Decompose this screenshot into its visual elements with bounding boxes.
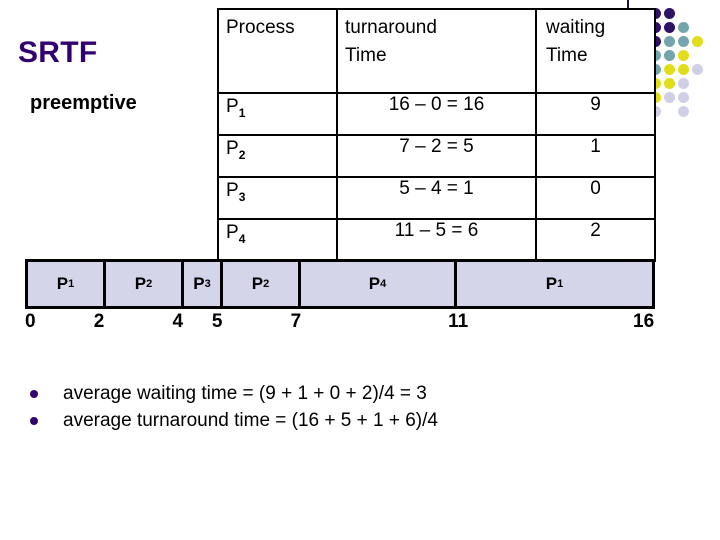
gantt-segment-label: P: [545, 274, 558, 293]
gantt-segment: P1: [28, 262, 106, 306]
gantt-time-axis: 0 2 4 5 7 11 16: [25, 309, 655, 339]
column-header-turnaround-time: turnaround Time: [336, 8, 537, 94]
cell-process-name: P4: [217, 218, 338, 262]
column-header-process: Process: [217, 8, 338, 94]
cell-process-name: P1: [217, 92, 338, 136]
decorative-dot: [678, 50, 689, 61]
gantt-segment-label: P: [134, 274, 147, 293]
bullet-point-icon: [30, 390, 38, 398]
process-label: P: [226, 96, 239, 117]
gantt-segment-index: 2: [146, 278, 153, 290]
cell-waiting-time: 1: [535, 134, 656, 178]
decorative-dot: [678, 78, 689, 89]
column-header-turnaround-line2: Time: [345, 44, 387, 66]
cell-turnaround-time: 16 – 0 = 16: [336, 92, 537, 136]
gantt-segment-index: 4: [380, 278, 387, 290]
page-title: SRTF: [18, 36, 98, 69]
decorative-dot: [664, 50, 675, 61]
decorative-dot: [664, 78, 675, 89]
bullet-item: average waiting time = (9 + 1 + 0 + 2)/4…: [30, 381, 670, 408]
decorative-dot: [664, 92, 675, 103]
table-row: P2 7 – 2 = 51: [217, 134, 656, 178]
table-row: P3 5 – 4 = 10: [217, 176, 656, 220]
gantt-segment: P2: [223, 262, 301, 306]
decorative-dot: [664, 36, 675, 47]
gantt-segment-label: P: [251, 274, 264, 293]
cell-waiting-time: 0: [535, 176, 656, 220]
decorative-dot: [664, 64, 675, 75]
cell-waiting-time: 2: [535, 218, 656, 262]
cell-waiting-time: 9: [535, 92, 656, 136]
table-body: P1 16 – 0 = 16 9 P2 7 – 2 = 5 1 P3 5 – 4 = 1 0 P4…: [217, 92, 656, 262]
cell-process-name: P3: [217, 176, 338, 220]
gantt-chart: P1P2P3P2P4P1: [25, 259, 655, 309]
process-label: P: [226, 138, 239, 159]
process-index: 3: [238, 189, 246, 204]
results-table: Process turnaround Time waiting Time P1 1…: [217, 8, 656, 262]
column-header-turnaround-line1: turnaround: [345, 17, 437, 38]
table-row: P4 11 – 5 = 62: [217, 218, 656, 262]
decorative-dot: [678, 64, 689, 75]
axis-tick-label: 0: [25, 311, 36, 332]
axis-tick-label: 11: [448, 311, 469, 332]
process-label: P: [226, 222, 239, 243]
cell-process-name: P2: [217, 134, 338, 178]
process-index: 1: [238, 105, 246, 120]
decorative-dot: [678, 106, 689, 117]
gantt-segment-label: P: [193, 274, 205, 293]
cell-turnaround-time: 5 – 4 = 1: [336, 176, 537, 220]
gantt-segment: P3: [184, 262, 223, 306]
bullet-point-icon: [30, 417, 38, 425]
table-header-row: Process turnaround Time waiting Time: [217, 8, 656, 94]
cell-turnaround-time: 7 – 2 = 5: [336, 134, 537, 178]
column-header-waiting-line2: Time: [546, 44, 588, 66]
axis-tick-label: 5: [211, 311, 223, 332]
decorative-dot: [692, 64, 703, 75]
process-index: 2: [238, 147, 246, 162]
page-subtitle: preemptive: [30, 92, 137, 114]
process-label: P: [226, 180, 239, 201]
axis-tick-label: 4: [172, 311, 184, 332]
gantt-segment-index: 2: [263, 278, 270, 290]
axis-tick-label: 2: [93, 311, 105, 332]
axis-tick-label: 16: [633, 311, 655, 332]
column-header-waiting-line1: waiting: [546, 17, 606, 38]
decorative-dot: [678, 36, 689, 47]
gantt-segment-index: 3: [204, 278, 211, 290]
table-row: P1 16 – 0 = 16 9: [217, 92, 656, 136]
gantt-segment: P2: [106, 262, 184, 306]
decorative-dot: [678, 92, 689, 103]
column-header-waiting-time: waiting Time: [535, 8, 656, 94]
cell-turnaround-time: 11 – 5 = 6: [336, 218, 537, 262]
summary-bullet-list: average waiting time = (9 + 1 + 0 + 2)/4…: [30, 381, 670, 435]
decorative-dot: [664, 22, 675, 33]
gantt-segment-index: 1: [557, 278, 564, 290]
gantt-segment: P1: [457, 262, 652, 306]
gantt-segment: P4: [301, 262, 457, 306]
bullet-text: average turnaround time = (16 + 5 + 1 + …: [63, 410, 438, 431]
gantt-segment-index: 1: [68, 278, 75, 290]
decorative-dot: [664, 8, 675, 19]
process-index: 4: [238, 231, 246, 246]
bullet-text: average waiting time = (9 + 1 + 0 + 2)/4…: [63, 383, 427, 404]
decorative-dot: [692, 36, 703, 47]
axis-tick-label: 7: [290, 311, 302, 332]
decorative-dot: [678, 22, 689, 33]
gantt-segment-label: P: [56, 274, 69, 293]
bullet-item: average turnaround time = (16 + 5 + 1 + …: [30, 408, 670, 435]
gantt-segment-label: P: [368, 274, 381, 293]
